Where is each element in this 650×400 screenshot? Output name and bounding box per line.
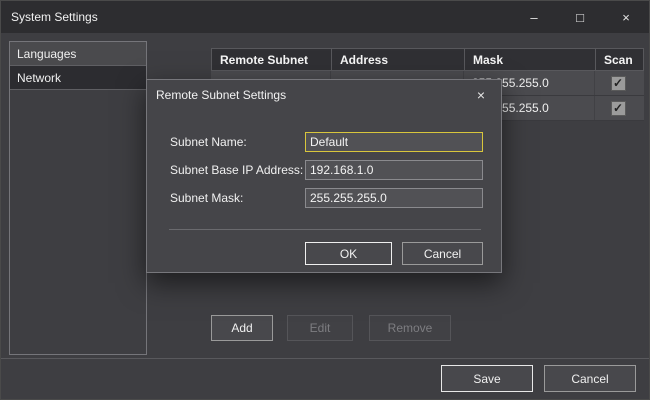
maximize-icon[interactable]: □ (557, 1, 603, 33)
subnet-name-field[interactable] (305, 132, 483, 152)
add-button[interactable]: Add (211, 315, 273, 341)
save-button[interactable]: Save (441, 365, 533, 392)
cell-scan: ✓ (595, 71, 641, 95)
dialog-close-icon[interactable]: × (470, 87, 492, 103)
subnet-base-ip-label: Subnet Base IP Address: (170, 163, 303, 177)
window-title: System Settings (1, 10, 98, 24)
sidebar-item-network[interactable]: Network (10, 66, 146, 90)
column-header-remote-subnet[interactable]: Remote Subnet (212, 49, 332, 70)
cancel-button[interactable]: Cancel (544, 365, 636, 392)
window-controls: – □ × (511, 1, 649, 33)
subnet-base-ip-row: Subnet Base IP Address: (147, 160, 501, 180)
cell-scan: ✓ (595, 96, 641, 120)
dialog-cancel-button[interactable]: Cancel (402, 242, 483, 265)
remote-subnet-settings-dialog: Remote Subnet Settings × Subnet Name: Su… (146, 79, 502, 273)
close-icon[interactable]: × (603, 1, 649, 33)
title-bar: System Settings – □ × (1, 1, 649, 33)
dialog-title-bar: Remote Subnet Settings × (147, 80, 501, 110)
subnet-mask-row: Subnet Mask: (147, 188, 501, 208)
scan-checkbox[interactable]: ✓ (611, 76, 626, 91)
scan-checkbox[interactable]: ✓ (611, 101, 626, 116)
subnet-mask-label: Subnet Mask: (170, 191, 243, 205)
minimize-icon[interactable]: – (511, 1, 557, 33)
subnet-name-label: Subnet Name: (170, 135, 247, 149)
dialog-divider (169, 229, 481, 230)
column-header-address[interactable]: Address (332, 49, 465, 70)
sidebar-item-languages[interactable]: Languages (10, 42, 146, 66)
subnet-base-ip-field[interactable] (305, 160, 483, 180)
remove-button[interactable]: Remove (369, 315, 451, 341)
table-header: Remote Subnet Address Mask Scan (211, 48, 644, 71)
settings-category-list: Languages Network (9, 41, 147, 355)
system-settings-window: System Settings – □ × Languages Network … (0, 0, 650, 400)
subnet-name-row: Subnet Name: (147, 132, 501, 152)
ok-button[interactable]: OK (305, 242, 392, 265)
edit-button[interactable]: Edit (287, 315, 353, 341)
column-header-scan[interactable]: Scan (596, 49, 642, 70)
footer-divider (1, 358, 649, 359)
dialog-title: Remote Subnet Settings (156, 88, 286, 102)
column-header-mask[interactable]: Mask (465, 49, 596, 70)
subnet-mask-field[interactable] (305, 188, 483, 208)
